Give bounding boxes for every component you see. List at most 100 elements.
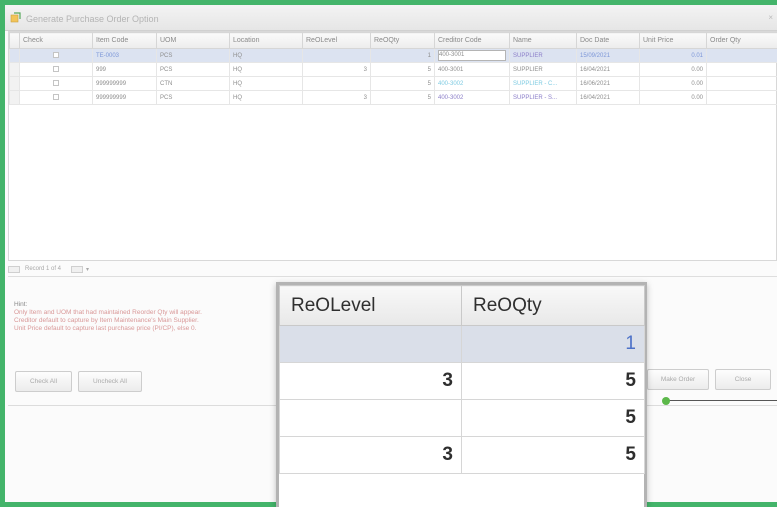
table-row[interactable]: 999999999 CTN HQ 5 400-3002 SUPPLIER - C… <box>9 76 777 91</box>
window-titlebar: Generate Purchase Order Option × <box>5 5 777 31</box>
row-indicator <box>9 76 20 91</box>
uom-cell[interactable]: CTN <box>156 76 230 91</box>
reo-qty-cell[interactable]: 1 <box>370 48 435 63</box>
column-header-order-qty[interactable]: Order Qty <box>706 32 777 49</box>
column-header-uom[interactable]: UOM <box>156 32 230 49</box>
unit-price-cell[interactable]: 0.00 <box>639 76 707 91</box>
first-record-button[interactable] <box>8 266 20 273</box>
order-qty-cell[interactable] <box>706 76 777 91</box>
zoom-reo-level-cell[interactable]: 3 <box>279 362 462 400</box>
name-cell[interactable]: SUPPLIER <box>509 48 577 63</box>
last-record-button[interactable] <box>71 266 83 273</box>
uom-cell[interactable]: PCS <box>156 62 230 77</box>
zoom-reo-qty-cell[interactable]: 5 <box>461 436 645 474</box>
zoom-reo-level-cell[interactable]: 3 <box>279 436 462 474</box>
row-check-cell[interactable] <box>19 76 93 91</box>
creditor-code-cell[interactable]: 400-3002 <box>434 76 510 91</box>
zoom-header-reo-level[interactable]: ReOLevel <box>279 285 462 326</box>
creditor-code-cell[interactable]: 400-3001 <box>434 48 510 63</box>
check-all-button[interactable]: Check All <box>15 371 72 392</box>
zoom-reo-qty-cell[interactable]: 5 <box>461 399 645 437</box>
column-header-doc-date[interactable]: Doc Date <box>576 32 640 49</box>
row-check-cell[interactable] <box>19 90 93 105</box>
order-qty-cell[interactable] <box>706 62 777 77</box>
item-code-cell[interactable]: TE-0003 <box>92 48 157 63</box>
zoom-row[interactable]: 5 <box>279 399 645 437</box>
row-indicator <box>9 48 20 63</box>
zoom-callout: ReOLevel ReOQty 1 3 5 5 3 5 <box>276 282 647 507</box>
location-cell[interactable]: HQ <box>229 76 303 91</box>
row-check-cell[interactable] <box>19 62 93 77</box>
hint-line: Unit Price default to capture last purch… <box>14 325 197 332</box>
table-row[interactable]: 999999999 PCS HQ 3 5 400-3002 SUPPLIER -… <box>9 90 777 105</box>
uncheck-all-button[interactable]: Uncheck All <box>78 371 142 392</box>
location-cell[interactable]: HQ <box>229 62 303 77</box>
column-header-item-code[interactable]: Item Code <box>92 32 157 49</box>
window-title: Generate Purchase Order Option <box>26 14 159 24</box>
items-grid: Check Item Code UOM Location ReOLevel Re… <box>8 31 777 261</box>
uom-cell[interactable]: PCS <box>156 48 230 63</box>
item-code-cell[interactable]: 999999999 <box>92 76 157 91</box>
location-cell[interactable]: HQ <box>229 48 303 63</box>
doc-date-cell[interactable]: 16/06/2021 <box>576 76 640 91</box>
location-cell[interactable]: HQ <box>229 90 303 105</box>
order-qty-cell[interactable] <box>706 90 777 105</box>
hint-note: Hint: Only Item and UOM that had maintai… <box>14 301 284 333</box>
row-check-cell[interactable] <box>19 48 93 63</box>
navigator-divider <box>8 276 777 277</box>
table-row[interactable]: TE-0003 PCS HQ 1 400-3001 SUPPLIER 15/09… <box>9 48 777 63</box>
hint-header: Hint: <box>14 301 28 308</box>
reo-qty-cell[interactable]: 5 <box>370 62 435 77</box>
column-header-reo-level[interactable]: ReOLevel <box>302 32 371 49</box>
column-header-name[interactable]: Name <box>509 32 577 49</box>
name-cell[interactable]: SUPPLIER - C... <box>509 76 577 91</box>
make-order-button[interactable]: Make Order <box>647 369 709 390</box>
item-code-cell[interactable]: 999999999 <box>92 90 157 105</box>
doc-date-cell[interactable]: 16/04/2021 <box>576 90 640 105</box>
row-checkbox[interactable] <box>53 65 59 72</box>
row-indicator-header <box>9 32 20 49</box>
reo-qty-cell[interactable]: 5 <box>370 90 435 105</box>
row-checkbox[interactable] <box>53 51 59 58</box>
row-checkbox[interactable] <box>53 93 59 100</box>
zoom-reo-level-cell[interactable] <box>279 399 462 437</box>
uom-cell[interactable]: PCS <box>156 90 230 105</box>
unit-price-cell[interactable]: 0.01 <box>639 48 707 63</box>
creditor-code-cell[interactable]: 400-3002 <box>434 90 510 105</box>
unit-price-cell[interactable]: 0.00 <box>639 90 707 105</box>
reo-level-cell[interactable] <box>302 48 371 63</box>
row-checkbox[interactable] <box>53 79 59 86</box>
zoom-header-reo-qty[interactable]: ReOQty <box>461 285 645 326</box>
zoom-row[interactable]: 3 5 <box>279 362 645 400</box>
hint-line: Only Item and UOM that had maintained Re… <box>14 309 202 316</box>
table-row[interactable]: 999 PCS HQ 3 5 400-3001 SUPPLIER 16/04/2… <box>9 62 777 77</box>
zoom-row[interactable]: 1 <box>279 325 645 363</box>
reo-level-cell[interactable]: 3 <box>302 62 371 77</box>
order-qty-cell[interactable] <box>706 48 777 63</box>
record-count: Record 1 of 4 <box>25 266 62 272</box>
zoom-row[interactable]: 3 5 <box>279 436 645 474</box>
zoom-reo-qty-cell[interactable]: 5 <box>461 362 645 400</box>
column-header-unit-price[interactable]: Unit Price <box>639 32 707 49</box>
column-header-reo-qty[interactable]: ReOQty <box>370 32 435 49</box>
reo-level-cell[interactable]: 3 <box>302 90 371 105</box>
column-header-location[interactable]: Location <box>229 32 303 49</box>
navigator-dropdown-icon[interactable]: ▾ <box>86 266 89 273</box>
reo-qty-cell[interactable]: 5 <box>370 76 435 91</box>
reo-level-cell[interactable] <box>302 76 371 91</box>
zoom-reo-level-cell[interactable] <box>279 325 462 363</box>
close-icon[interactable]: × <box>768 13 773 22</box>
zoom-reo-qty-cell[interactable]: 1 <box>461 325 645 363</box>
column-header-check[interactable]: Check <box>19 32 93 49</box>
close-button[interactable]: Close <box>715 369 771 390</box>
item-code-cell[interactable]: 999 <box>92 62 157 77</box>
name-cell[interactable]: SUPPLIER <box>509 62 577 77</box>
doc-date-cell[interactable]: 16/04/2021 <box>576 62 640 77</box>
record-navigator: Record 1 of 4 ▾ <box>8 263 777 277</box>
doc-date-cell[interactable]: 15/09/2021 <box>576 48 640 63</box>
unit-price-cell[interactable]: 0.00 <box>639 62 707 77</box>
column-header-creditor-code[interactable]: Creditor Code <box>434 32 510 49</box>
creditor-code-editor[interactable]: 400-3001 <box>438 50 506 61</box>
creditor-code-cell[interactable]: 400-3001 <box>434 62 510 77</box>
name-cell[interactable]: SUPPLIER - S... <box>509 90 577 105</box>
